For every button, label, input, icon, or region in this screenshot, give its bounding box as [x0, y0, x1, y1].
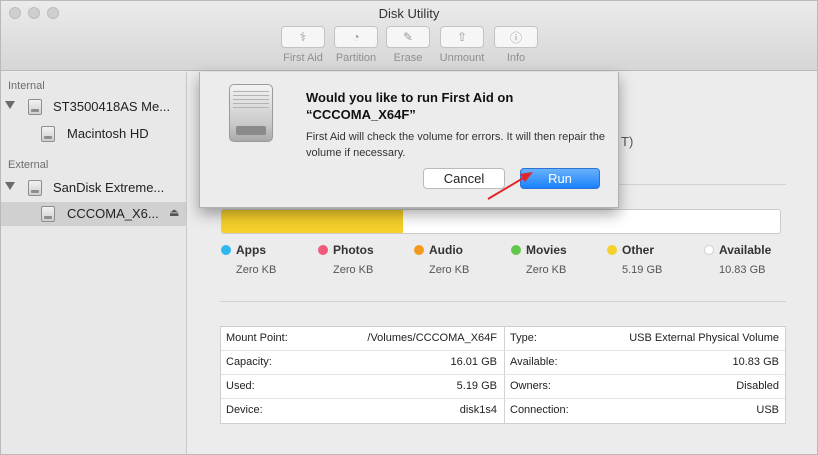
other-dot	[607, 245, 617, 255]
info-row: Device: disk1s4 Connection: USB	[221, 399, 785, 423]
type-label: Type:	[510, 332, 537, 344]
mount-point-value: /Volumes/CCCOMA_X64F	[367, 332, 497, 344]
sidebar-item-st3500418as[interactable]: ST3500418AS Me...	[1, 95, 186, 119]
sidebar-item-label: ST3500418AS Me...	[53, 99, 171, 114]
legend-size: 5.19 GB	[622, 264, 663, 276]
disk-utility-window: Disk Utility ⚕ First Aid ◔ Partition ✎ E…	[0, 0, 818, 455]
sidebar-item-label: SanDisk Extreme...	[53, 180, 165, 195]
legend-size: Zero KB	[236, 264, 277, 276]
capacity-label: Capacity:	[226, 356, 272, 368]
info-row: Capacity: 16.01 GB Available: 10.83 GB	[221, 351, 785, 375]
first-aid-dialog: Would you like to run First Aid on “CCCO…	[199, 72, 619, 208]
erase-label: Erase	[393, 52, 423, 64]
photos-dot	[318, 245, 328, 255]
available-value: 10.83 GB	[732, 356, 779, 368]
unmount-icon[interactable]: ⇧	[440, 26, 484, 48]
legend-size: Zero KB	[526, 264, 567, 276]
divider	[220, 301, 786, 302]
sidebar-item-cccoma-x64f[interactable]: CCCOMA_X6... ⏏	[1, 202, 186, 226]
sidebar-item-label: Macintosh HD	[67, 126, 149, 141]
owners-label: Owners:	[510, 380, 551, 392]
run-button[interactable]: Run	[520, 168, 600, 189]
sidebar-item-sandisk-extreme[interactable]: SanDisk Extreme...	[1, 176, 186, 200]
movies-dot	[511, 245, 521, 255]
unmount-label: Unmount	[439, 52, 485, 64]
title-bar: Disk Utility ⚕ First Aid ◔ Partition ✎ E…	[1, 1, 817, 71]
legend-label: Apps	[236, 243, 266, 257]
usage-bar	[221, 209, 781, 234]
device-label: Device:	[226, 404, 263, 416]
available-dot	[704, 245, 714, 255]
volume-icon	[41, 126, 55, 142]
sidebar-item-label: CCCOMA_X6...	[67, 206, 159, 221]
info-tool[interactable]: ⓘ Info	[485, 26, 547, 64]
used-label: Used:	[226, 380, 255, 392]
legend-label: Movies	[526, 243, 567, 257]
audio-dot	[414, 245, 424, 255]
erase-tool[interactable]: ✎ Erase	[377, 26, 439, 64]
stethoscope-icon[interactable]: ⚕	[281, 26, 325, 48]
external-disk-icon	[28, 180, 42, 196]
sidebar: Internal ST3500418AS Me... Macintosh HD …	[1, 72, 187, 454]
legend-label: Available	[719, 243, 772, 257]
partition-icon[interactable]: ◔	[334, 26, 378, 48]
type-value: USB External Physical Volume	[629, 332, 779, 344]
info-label: Info	[506, 52, 526, 64]
info-row: Used: 5.19 GB Owners: Disabled	[221, 375, 785, 399]
volume-description-partial: T)	[621, 134, 634, 149]
volume-info-table: Mount Point: /Volumes/CCCOMA_X64F Type: …	[220, 326, 786, 424]
apps-dot	[221, 245, 231, 255]
mount-point-label: Mount Point:	[226, 332, 288, 344]
disclosure-triangle-icon[interactable]	[5, 101, 15, 109]
connection-value: USB	[756, 404, 779, 416]
eject-icon[interactable]: ⏏	[169, 206, 179, 219]
legend-label: Other	[622, 243, 655, 257]
info-row: Mount Point: /Volumes/CCCOMA_X64F Type: …	[221, 327, 785, 351]
used-value: 5.19 GB	[456, 380, 497, 392]
sidebar-item-macintosh-hd[interactable]: Macintosh HD	[1, 122, 186, 146]
internal-section-header: Internal	[8, 80, 45, 92]
legend-label: Photos	[333, 243, 374, 257]
external-drive-icon	[229, 84, 273, 142]
device-value: disk1s4	[459, 404, 497, 416]
dialog-message: First Aid will check the volume for erro…	[306, 131, 605, 159]
external-section-header: External	[8, 159, 49, 171]
legend-size: Zero KB	[333, 264, 374, 276]
dialog-title: Would you like to run First Aid on “CCCO…	[306, 90, 514, 122]
cancel-button[interactable]: Cancel	[423, 168, 505, 189]
connection-label: Connection:	[510, 404, 569, 416]
window-title: Disk Utility	[378, 6, 440, 21]
volume-icon	[41, 206, 55, 222]
legend-size: 10.83 GB	[719, 264, 766, 276]
available-label: Available:	[510, 356, 558, 368]
disclosure-triangle-icon[interactable]	[5, 182, 15, 190]
info-icon[interactable]: ⓘ	[494, 26, 538, 48]
unmount-tool[interactable]: ⇧ Unmount	[431, 26, 493, 64]
owners-value: Disabled	[736, 380, 779, 392]
hard-disk-icon	[28, 99, 42, 115]
erase-icon[interactable]: ✎	[386, 26, 430, 48]
capacity-value: 16.01 GB	[450, 356, 497, 368]
usage-segment-other	[222, 210, 403, 233]
legend-size: Zero KB	[429, 264, 470, 276]
legend-label: Audio	[429, 243, 463, 257]
